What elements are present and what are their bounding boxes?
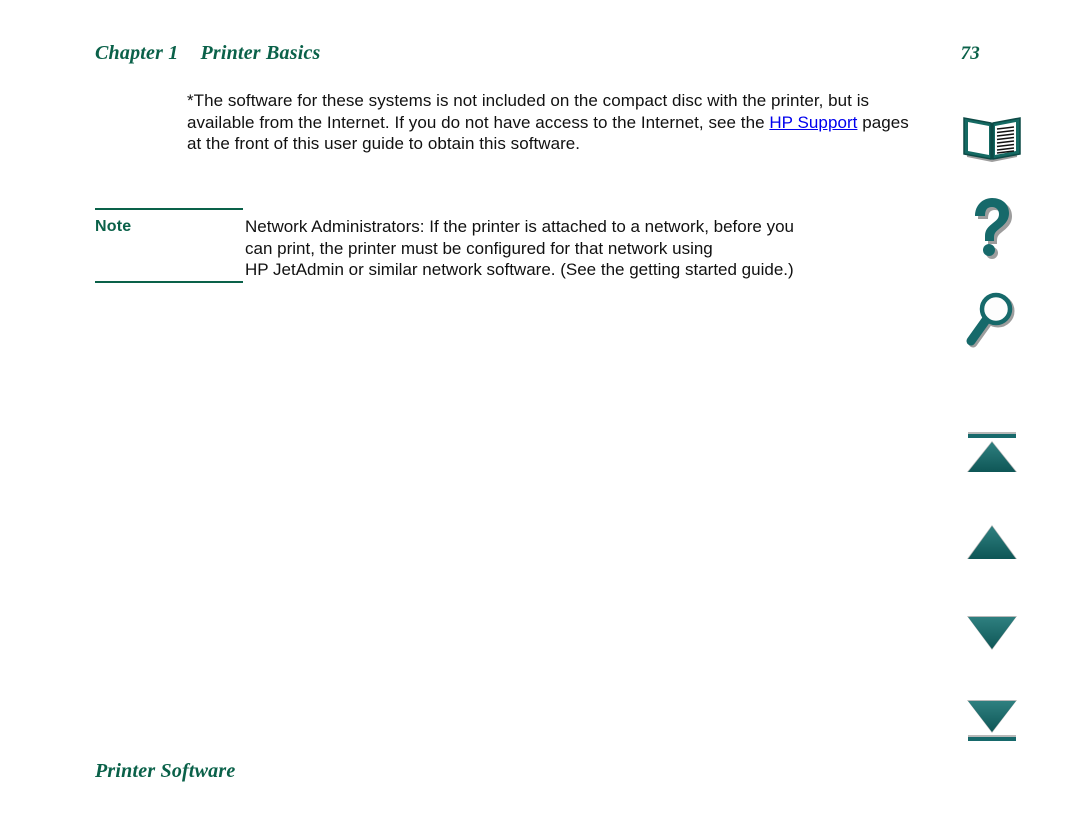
note-callout: Note Network Administrators: If the prin… xyxy=(95,208,930,283)
last-page-button[interactable] xyxy=(946,690,1038,752)
page-footer-section: Printer Software xyxy=(95,760,236,782)
note-line-1: Network Administrators: If the printer i… xyxy=(245,217,794,236)
body-content: *The software for these systems is not i… xyxy=(187,90,927,155)
note-text: Network Administrators: If the printer i… xyxy=(245,216,930,281)
previous-page-icon xyxy=(962,523,1022,563)
previous-page-button[interactable] xyxy=(946,512,1038,574)
next-page-icon xyxy=(962,613,1022,653)
next-page-button[interactable] xyxy=(946,602,1038,664)
first-page-button[interactable] xyxy=(946,422,1038,484)
page-number: 73 xyxy=(960,43,980,64)
note-body: Note Network Administrators: If the prin… xyxy=(95,210,930,281)
search-button[interactable] xyxy=(946,290,1038,352)
intro-paragraph: *The software for these systems is not i… xyxy=(187,90,927,155)
page-header: Chapter 1 Printer Basics 73 xyxy=(95,42,980,65)
header-chapter-label: Chapter 1 xyxy=(95,42,179,64)
first-page-icon xyxy=(962,430,1022,476)
page-title: Printer Basics xyxy=(200,42,321,64)
note-label-cell: Note xyxy=(95,210,243,236)
note-line-3: HP JetAdmin or similar network software.… xyxy=(245,260,794,279)
question-mark-icon xyxy=(965,198,1019,260)
note-text-cell: Network Administrators: If the printer i… xyxy=(243,210,930,281)
paragraph-text-before-link: *The software for these systems is not i… xyxy=(187,91,870,132)
note-line-2: can print, the printer must be configure… xyxy=(245,238,713,258)
book-icon xyxy=(961,112,1023,166)
note-rule-bottom xyxy=(95,280,243,283)
navigation-rail xyxy=(946,100,1038,770)
note-label: Note xyxy=(95,218,132,235)
contents-button[interactable] xyxy=(946,108,1038,170)
hp-support-link[interactable]: HP Support xyxy=(769,113,857,132)
help-button[interactable] xyxy=(946,198,1038,260)
header-title-group: Chapter 1 Printer Basics xyxy=(95,42,321,65)
last-page-icon xyxy=(962,697,1022,745)
magnifier-icon xyxy=(964,291,1020,351)
document-page: Chapter 1 Printer Basics 73 *The softwar… xyxy=(0,0,1080,834)
